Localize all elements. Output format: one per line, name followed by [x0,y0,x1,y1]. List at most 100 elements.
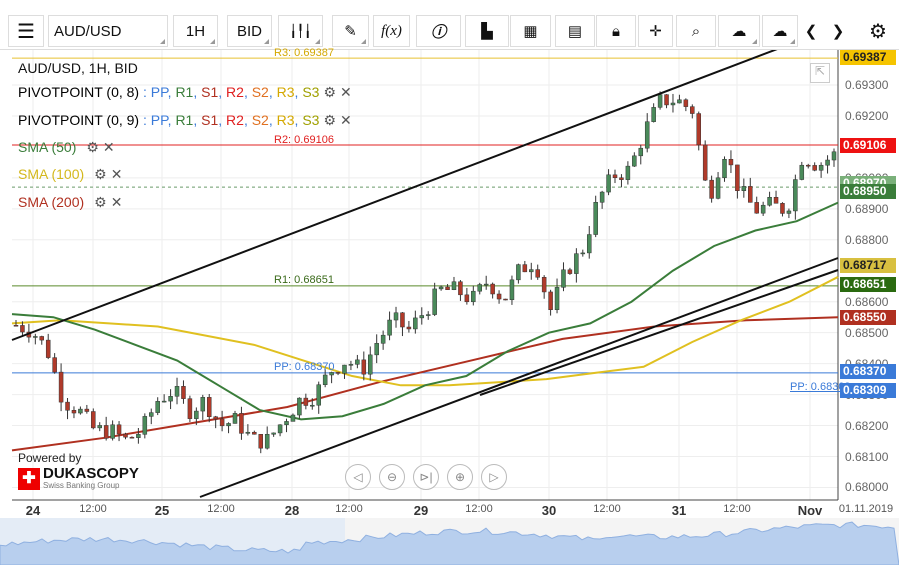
timeframe-value: 1H [185,22,206,40]
settings-button[interactable]: ⚙ [862,15,894,47]
gear-icon[interactable]: ⚙ [94,166,107,182]
navigator[interactable] [0,518,899,565]
candle [780,203,785,214]
candle [586,234,592,254]
candle [116,424,122,435]
volume-button[interactable]: ▙ [465,15,509,47]
gear-icon: ⚙ [869,20,887,43]
r3-label: R3: 0.69387 [274,47,334,59]
time-tick: 24 [25,503,41,518]
calendar-button[interactable]: ▦ [510,15,551,47]
candle [290,414,296,422]
lock-button[interactable]: 🔒︎ [596,15,636,47]
candle [316,384,321,406]
time-tick: 31 [671,503,687,518]
chart-type-button[interactable]: ╽╿╽ [278,15,323,47]
side-select[interactable]: BID [227,15,272,47]
candle [45,339,51,358]
crosshair-button[interactable]: ✛ [638,15,673,47]
close-icon[interactable]: ✕ [103,139,115,155]
expand-icon[interactable]: ⇱ [810,63,830,83]
menu-button[interactable]: ☰ [8,15,44,47]
candle [831,151,837,161]
sma50-label: SMA (50) [18,139,77,155]
time-tick: 12:00 [723,503,751,515]
candle [91,411,96,429]
side-value: BID [236,22,262,40]
candle [368,354,373,375]
candle [503,298,508,301]
candle [374,343,379,356]
close-icon[interactable]: ✕ [340,84,352,100]
zoom-out-icon: ⊖ [386,470,398,484]
scroll-forward-button[interactable]: ▷ [481,464,507,490]
pivot-level-pp: : PP [143,84,168,100]
reset-button[interactable]: ⊳| [413,464,439,490]
r3-price-label: 0.69387 [840,50,896,65]
pivot-level-s2: , S2 [243,84,269,100]
pivot-level-pp: : PP [143,112,168,128]
candle [393,312,399,321]
candle [174,386,180,397]
zoom-button[interactable]: ⌕ [676,15,716,47]
scroll-back-button[interactable]: ◁ [345,464,371,490]
candle [425,314,431,316]
close-icon[interactable]: ✕ [111,194,123,210]
news-button[interactable]: ▤ [555,15,595,47]
upload-button[interactable]: ☁ [718,15,760,47]
zoom-out-button[interactable]: ⊖ [379,464,405,490]
indicators-button[interactable]: f(x) [373,15,410,47]
candle [335,372,341,374]
pivot2-label: PIVOTPOINT (0, 9) [18,112,140,128]
candle [509,279,515,301]
candle [696,113,701,146]
candle [181,386,186,399]
bar-chart-icon: ▙ [481,23,493,40]
cloud-download-icon: ☁ [772,23,788,40]
candle [619,177,624,180]
candle [20,325,25,333]
price-tick: 0.68000 [845,480,889,495]
timeframe-select[interactable]: 1H [173,15,218,47]
pp2-price-label: 0.68309 [840,383,896,398]
candle [812,165,817,171]
draw-button[interactable]: ✎ [332,15,369,47]
gear-icon[interactable]: ⚙ [86,139,99,155]
download-button[interactable]: ☁ [762,15,798,47]
candle [149,412,154,417]
legend-title: AUD/USD, 1H, BID [18,60,138,76]
time-tick: 28 [284,503,300,518]
pp-price-label: 0.68370 [840,364,896,379]
candle [677,99,682,104]
candle [728,158,734,166]
sma100-label: SMA (100) [18,166,85,182]
gear-icon[interactable]: ⚙ [323,112,336,128]
candle [84,408,90,412]
candle [793,179,798,212]
candle [786,210,792,214]
scroll-right-button[interactable]: ❯ [826,15,850,47]
candle [529,269,534,273]
gear-icon[interactable]: ⚙ [94,194,107,210]
pp-label: PP: 0.68370 [274,361,335,373]
crosshair-icon: ✛ [649,23,662,40]
info-button[interactable]: ⓘ [416,15,461,47]
time-tick: 12:00 [79,503,107,515]
gear-icon[interactable]: ⚙ [323,84,336,100]
candle [805,164,811,167]
candle [625,165,631,180]
candle [245,431,251,434]
zoom-in-button[interactable]: ⊕ [447,464,473,490]
close-icon[interactable]: ✕ [340,112,352,128]
candle [612,174,618,179]
candle [702,144,708,181]
pivot-level-r2: , R2 [218,112,244,128]
reset-icon: ⊳| [419,470,433,484]
candle [206,397,212,417]
candle [232,413,238,424]
candle [638,147,644,157]
candle [271,432,276,435]
scroll-left-button[interactable]: ❮ [799,15,823,47]
symbol-select[interactable]: AUD/USD [48,15,168,47]
close-icon[interactable]: ✕ [111,166,123,182]
